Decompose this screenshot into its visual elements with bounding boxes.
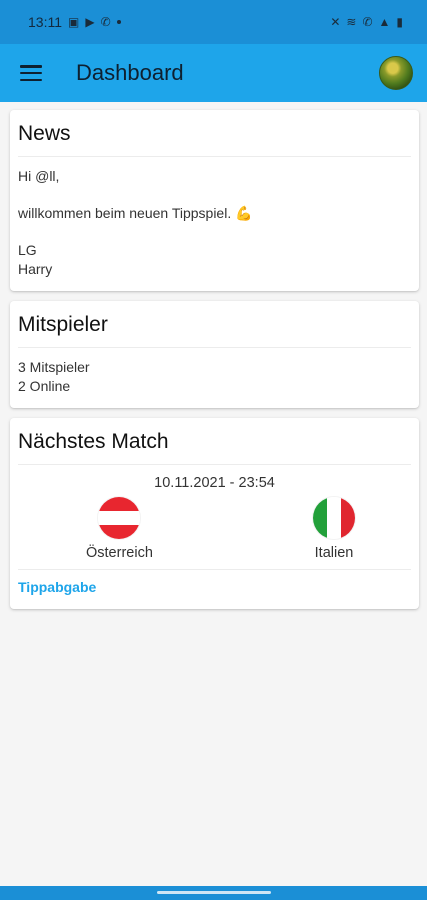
austria-flag-icon — [98, 497, 141, 539]
players-title: Mitspieler — [18, 301, 411, 348]
match-teams: Österreich Italien — [18, 497, 411, 561]
battery-icon: ▮ — [396, 15, 403, 29]
home-team: Österreich — [86, 497, 153, 561]
status-left: 13:11 ▣ ▶ ✆ — [28, 14, 121, 30]
news-card: News Hi @ll, willkommen beim neuen Tipps… — [10, 110, 419, 291]
tippabgabe-button[interactable]: Tippabgabe — [18, 579, 96, 595]
italy-flag-icon — [313, 497, 355, 539]
status-bar: 13:11 ▣ ▶ ✆ ✕ ≋ ✆ ▲ ▮ — [0, 0, 427, 44]
next-match-card: Nächstes Match 10.11.2021 - 23:54 Österr… — [10, 418, 419, 609]
call-notification-icon: ✆ — [100, 15, 111, 29]
image-notification-icon: ▣ — [68, 15, 80, 29]
more-notifications-icon — [116, 20, 121, 24]
away-team-name: Italien — [314, 545, 354, 561]
avatar[interactable] — [379, 56, 413, 90]
media-notification-icon: ▶ — [85, 15, 95, 29]
mute-icon: ✕ — [330, 15, 341, 29]
players-count: 3 Mitspieler — [18, 359, 90, 375]
status-time: 13:11 — [28, 14, 62, 30]
news-message: willkommen beim neuen Tippspiel. 💪 — [18, 205, 253, 221]
status-right: ✕ ≋ ✆ ▲ ▮ — [330, 16, 403, 28]
app-bar: Dashboard — [0, 44, 427, 102]
system-nav-bar — [0, 886, 427, 900]
news-greeting: Hi @ll, — [18, 168, 60, 184]
match-body: 10.11.2021 - 23:54 Österreich Italien Ti… — [18, 465, 411, 609]
away-team: Italien — [313, 497, 355, 561]
home-gesture-handle[interactable] — [157, 891, 271, 894]
wifi-calling-icon: ✆ — [362, 15, 373, 29]
players-card: Mitspieler 3 Mitspieler 2 Online — [10, 301, 419, 408]
news-sign-off: LG — [18, 242, 37, 258]
news-body: Hi @ll, willkommen beim neuen Tippspiel.… — [18, 157, 411, 291]
page-title: Dashboard — [76, 60, 184, 85]
match-actions: Tippabgabe — [18, 569, 411, 609]
players-body: 3 Mitspieler 2 Online — [18, 348, 411, 408]
players-online: 2 Online — [18, 378, 71, 394]
home-team-name: Österreich — [86, 545, 153, 561]
menu-icon[interactable] — [20, 65, 42, 81]
news-author: Harry — [18, 261, 53, 277]
news-title: News — [18, 110, 411, 157]
next-match-title: Nächstes Match — [18, 418, 411, 465]
wifi-icon: ≋ — [346, 15, 357, 29]
news-signature: LG Harry — [18, 241, 411, 279]
signal-icon: ▲ — [378, 15, 391, 29]
match-datetime: 10.11.2021 - 23:54 — [154, 475, 275, 491]
dashboard-content: News Hi @ll, willkommen beim neuen Tipps… — [10, 110, 419, 619]
